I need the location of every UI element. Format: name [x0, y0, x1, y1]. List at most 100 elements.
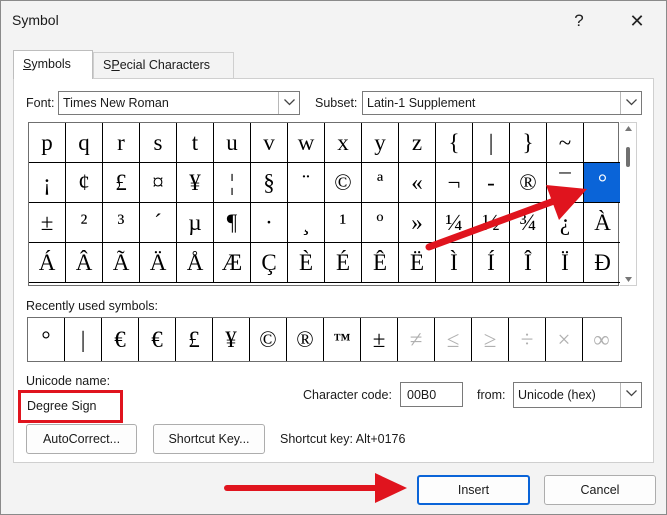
recent-symbol-cell[interactable]: ±: [361, 318, 398, 361]
symbol-cell[interactable]: Ì: [436, 243, 473, 283]
symbol-cell[interactable]: ±: [29, 203, 66, 243]
close-icon[interactable]: ✕: [619, 7, 655, 35]
chevron-down-icon[interactable]: [278, 92, 299, 114]
symbol-cell[interactable]: w: [288, 123, 325, 163]
symbol-cell[interactable]: ¾: [510, 203, 547, 243]
symbol-cell[interactable]: É: [325, 243, 362, 283]
subset-select[interactable]: Latin-1 Supplement: [362, 91, 642, 115]
symbol-cell[interactable]: [584, 123, 621, 163]
symbol-cell[interactable]: ¢: [66, 163, 103, 203]
symbol-cell[interactable]: ©: [325, 163, 362, 203]
symbol-cell[interactable]: ·: [251, 203, 288, 243]
symbol-grid-scrollbar[interactable]: [620, 122, 637, 286]
symbol-cell[interactable]: ¨: [288, 163, 325, 203]
recent-symbol-cell[interactable]: ™: [324, 318, 361, 361]
cancel-button[interactable]: Cancel: [544, 475, 656, 505]
font-select[interactable]: Times New Roman: [58, 91, 300, 115]
chevron-down-icon[interactable]: [620, 383, 641, 407]
recent-symbol-cell[interactable]: ®: [287, 318, 324, 361]
symbol-cell[interactable]: }: [510, 123, 547, 163]
symbol-cell[interactable]: «: [399, 163, 436, 203]
recent-symbol-cell[interactable]: °: [28, 318, 65, 361]
recent-symbol-cell[interactable]: ÷: [509, 318, 546, 361]
symbol-cell[interactable]: p: [29, 123, 66, 163]
scrollbar-thumb[interactable]: [626, 147, 630, 167]
recent-symbol-cell[interactable]: ≥: [472, 318, 509, 361]
symbol-cell[interactable]: À: [584, 203, 621, 243]
symbol-cell[interactable]: Ï: [547, 243, 584, 283]
symbol-cell[interactable]: Ç: [251, 243, 288, 283]
symbol-cell[interactable]: ~: [547, 123, 584, 163]
recent-symbol-cell[interactable]: ∞: [583, 318, 620, 361]
symbol-cell[interactable]: ¶: [214, 203, 251, 243]
symbol-cell[interactable]: ¼: [436, 203, 473, 243]
insert-button[interactable]: Insert: [417, 475, 530, 505]
symbol-cell[interactable]: Ë: [399, 243, 436, 283]
symbol-cell[interactable]: Ã: [103, 243, 140, 283]
symbol-cell[interactable]: v: [251, 123, 288, 163]
recent-symbols-row: ° | € € £ ¥ © ® ™ ± ≠ ≤ ≥ ÷ × ∞: [27, 317, 622, 362]
symbol-cell[interactable]: ¥: [177, 163, 214, 203]
symbol-cell[interactable]: ®: [510, 163, 547, 203]
recent-symbol-cell[interactable]: |: [65, 318, 102, 361]
tab-special-characters[interactable]: SPecial Characters: [93, 52, 234, 78]
symbol-cell[interactable]: Á: [29, 243, 66, 283]
symbol-cell[interactable]: ª: [362, 163, 399, 203]
symbol-cell[interactable]: Î: [510, 243, 547, 283]
symbol-cell[interactable]: t: [177, 123, 214, 163]
symbol-cell[interactable]: ¹: [325, 203, 362, 243]
symbol-cell[interactable]: Ê: [362, 243, 399, 283]
from-select[interactable]: Unicode (hex): [513, 382, 642, 408]
character-code-input[interactable]: 00B0: [400, 382, 463, 407]
recent-symbol-cell[interactable]: ≠: [398, 318, 435, 361]
recent-symbol-cell[interactable]: ¥: [213, 318, 250, 361]
symbol-cell[interactable]: |: [473, 123, 510, 163]
symbol-cell[interactable]: £: [103, 163, 140, 203]
help-icon[interactable]: ?: [561, 7, 597, 35]
symbol-cell[interactable]: ¿: [547, 203, 584, 243]
symbol-cell[interactable]: r: [103, 123, 140, 163]
symbol-cell[interactable]: -: [473, 163, 510, 203]
symbol-cell[interactable]: y: [362, 123, 399, 163]
symbol-cell[interactable]: µ: [177, 203, 214, 243]
tab-symbols[interactable]: Symbols: [13, 50, 93, 79]
symbol-cell[interactable]: u: [214, 123, 251, 163]
symbol-cell[interactable]: ¤: [140, 163, 177, 203]
symbol-cell[interactable]: ¯: [547, 163, 584, 203]
symbol-cell[interactable]: s: [140, 123, 177, 163]
symbol-cell[interactable]: È: [288, 243, 325, 283]
symbol-cell[interactable]: Ð: [584, 243, 621, 283]
scroll-down-arrow-icon[interactable]: [625, 277, 632, 282]
scroll-up-arrow-icon[interactable]: [625, 126, 632, 131]
recent-symbol-cell[interactable]: ×: [546, 318, 583, 361]
symbol-cell[interactable]: ¸: [288, 203, 325, 243]
symbol-cell[interactable]: ¬: [436, 163, 473, 203]
symbol-cell[interactable]: »: [399, 203, 436, 243]
symbol-cell[interactable]: Æ: [214, 243, 251, 283]
symbol-cell[interactable]: ½: [473, 203, 510, 243]
symbol-cell[interactable]: ²: [66, 203, 103, 243]
symbol-cell[interactable]: º: [362, 203, 399, 243]
symbol-cell[interactable]: ´: [140, 203, 177, 243]
symbol-cell[interactable]: ³: [103, 203, 140, 243]
symbol-cell[interactable]: Å: [177, 243, 214, 283]
symbol-cell[interactable]: ¦: [214, 163, 251, 203]
shortcut-key-button[interactable]: Shortcut Key...: [153, 424, 265, 454]
symbol-cell[interactable]: §: [251, 163, 288, 203]
recent-symbol-cell[interactable]: £: [176, 318, 213, 361]
recent-symbol-cell[interactable]: ≤: [435, 318, 472, 361]
symbol-cell[interactable]: x: [325, 123, 362, 163]
symbol-cell[interactable]: ¡: [29, 163, 66, 203]
symbol-cell[interactable]: Í: [473, 243, 510, 283]
symbol-cell[interactable]: {: [436, 123, 473, 163]
symbol-cell[interactable]: z: [399, 123, 436, 163]
recent-symbol-cell[interactable]: ©: [250, 318, 287, 361]
symbol-cell[interactable]: q: [66, 123, 103, 163]
autocorrect-button[interactable]: AutoCorrect...: [26, 424, 137, 454]
recent-symbol-cell[interactable]: €: [102, 318, 139, 361]
symbol-cell-selected[interactable]: °: [584, 163, 621, 203]
symbol-cell[interactable]: Â: [66, 243, 103, 283]
recent-symbol-cell[interactable]: €: [139, 318, 176, 361]
symbol-cell[interactable]: Ä: [140, 243, 177, 283]
chevron-down-icon[interactable]: [620, 92, 641, 114]
